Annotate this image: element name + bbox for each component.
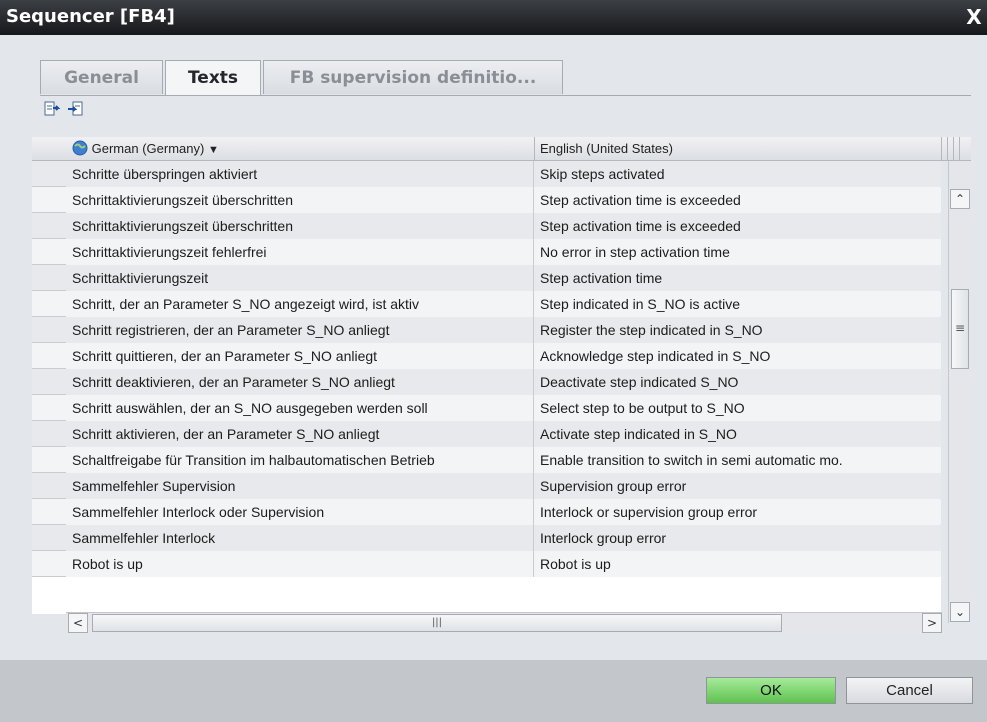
vertical-scroll-thumb[interactable]: ≡ — [951, 289, 969, 369]
globe-icon — [72, 140, 88, 156]
cell-german[interactable]: Schritt auswählen, der an S_NO ausgegebe… — [66, 395, 534, 421]
table-row[interactable]: Sammelfehler Interlock Interlock group er… — [32, 525, 941, 551]
row-header[interactable] — [32, 317, 66, 343]
table-row[interactable]: Schrittaktivierungszeit Step activation t… — [32, 265, 941, 291]
tab-general[interactable]: General — [40, 60, 163, 94]
table-row[interactable]: Schritt, der an Parameter S_NO angezeigt… — [32, 291, 941, 317]
column-header-english[interactable]: English (United States) — [540, 137, 673, 160]
table-row[interactable]: Schritte überspringen aktiviert Skip step… — [32, 161, 941, 187]
texts-grid: German (Germany) ▼ English (United State… — [32, 137, 971, 643]
cell-english[interactable]: Enable transition to switch in semi auto… — [534, 447, 941, 473]
cell-german[interactable]: Schrittaktivierungszeit — [66, 265, 534, 291]
cell-english[interactable]: Supervision group error — [534, 473, 941, 499]
cell-german[interactable]: Schrittaktivierungszeit überschritten — [66, 213, 534, 239]
cell-english[interactable]: Interlock or supervision group error — [534, 499, 941, 525]
column-label-german: German (Germany) — [91, 141, 205, 156]
cell-german[interactable]: Schritte überspringen aktiviert — [66, 161, 534, 187]
grid-header: German (Germany) ▼ English (United State… — [32, 137, 971, 161]
cell-german[interactable]: Schritt aktivieren, der an Parameter S_N… — [66, 421, 534, 447]
chevron-down-icon[interactable]: ▼ — [208, 144, 219, 156]
row-header[interactable] — [32, 239, 66, 265]
cell-english[interactable]: Robot is up — [534, 551, 941, 577]
cell-english[interactable]: Select step to be output to S_NO — [534, 395, 941, 421]
row-header[interactable] — [32, 551, 66, 577]
row-header[interactable] — [32, 525, 66, 551]
cell-german[interactable]: Schritt quittieren, der an Parameter S_N… — [66, 343, 534, 369]
row-header[interactable] — [32, 291, 66, 317]
close-icon[interactable]: X — [963, 4, 985, 30]
row-header[interactable] — [32, 499, 66, 525]
cell-german[interactable]: Sammelfehler Interlock oder Supervision — [66, 499, 534, 525]
row-header[interactable] — [32, 187, 66, 213]
table-row[interactable]: Schrittaktivierungszeit überschritten Ste… — [32, 213, 941, 239]
cell-english[interactable]: Step activation time — [534, 265, 941, 291]
tab-texts[interactable]: Texts — [165, 60, 261, 96]
table-row[interactable]: Schritt quittieren, der an Parameter S_N… — [32, 343, 941, 369]
column-header-german[interactable]: German (Germany) ▼ — [72, 137, 219, 160]
table-row[interactable]: Schritt auswählen, der an S_NO ausgegebe… — [32, 395, 941, 421]
table-row[interactable]: Schritt aktivieren, der an Parameter S_N… — [32, 421, 941, 447]
scroll-right-button[interactable]: > — [922, 613, 942, 633]
column-divider — [534, 137, 535, 160]
cell-german[interactable]: Schrittaktivierungszeit fehlerfrei — [66, 239, 534, 265]
dialog-footer: OK Cancel — [0, 660, 987, 722]
column-divider — [959, 137, 960, 160]
row-header[interactable] — [32, 265, 66, 291]
cell-german[interactable]: Schritt registrieren, der an Parameter S… — [66, 317, 534, 343]
cell-english[interactable]: Activate step indicated in S_NO — [534, 421, 941, 447]
cancel-button[interactable]: Cancel — [846, 677, 973, 704]
import-icon[interactable] — [67, 100, 85, 118]
cell-english[interactable]: Acknowledge step indicated in S_NO — [534, 343, 941, 369]
table-row[interactable]: Schritt deaktivieren, der an Parameter S… — [32, 369, 941, 395]
scroll-down-button[interactable]: ⌄ — [950, 602, 970, 622]
scroll-left-button[interactable]: < — [68, 613, 88, 633]
horizontal-scrollbar[interactable]: < ||| > — [66, 612, 942, 634]
window-title: Sequencer [FB4] — [6, 6, 175, 27]
cell-german[interactable]: Schritt deaktivieren, der an Parameter S… — [66, 369, 534, 395]
cell-english[interactable]: Interlock group error — [534, 525, 941, 551]
cell-german[interactable]: Sammelfehler Supervision — [66, 473, 534, 499]
table-row[interactable]: Sammelfehler Interlock oder Supervision I… — [32, 499, 941, 525]
vertical-scrollbar[interactable]: ⌃ ≡ ⌄ — [948, 161, 971, 623]
row-header[interactable] — [32, 343, 66, 369]
column-divider — [953, 137, 954, 160]
row-header[interactable] — [32, 447, 66, 473]
cell-english[interactable]: Register the step indicated in S_NO — [534, 317, 941, 343]
cell-german[interactable]: Schritt, der an Parameter S_NO angezeigt… — [66, 291, 534, 317]
cell-english[interactable]: Step activation time is exceeded — [534, 187, 941, 213]
column-divider — [947, 137, 948, 160]
cell-german[interactable]: Sammelfehler Interlock — [66, 525, 534, 551]
row-header[interactable] — [32, 369, 66, 395]
row-header[interactable] — [32, 473, 66, 499]
row-header[interactable] — [32, 395, 66, 421]
cell-english[interactable]: No error in step activation time — [534, 239, 941, 265]
table-row[interactable]: Schritt registrieren, der an Parameter S… — [32, 317, 941, 343]
column-divider — [941, 137, 942, 160]
cell-german[interactable]: Robot is up — [66, 551, 534, 577]
cell-english[interactable]: Deactivate step indicated S_NO — [534, 369, 941, 395]
cell-german[interactable]: Schrittaktivierungszeit überschritten — [66, 187, 534, 213]
tab-fb-supervision[interactable]: FB supervision definitio... — [263, 60, 563, 94]
table-row[interactable]: Schaltfreigabe für Transition im halbaut… — [32, 447, 941, 473]
toolbar — [40, 96, 971, 122]
row-header[interactable] — [32, 161, 66, 187]
horizontal-scroll-thumb[interactable]: ||| — [92, 614, 782, 632]
export-icon[interactable] — [43, 100, 61, 118]
table-row[interactable]: Schrittaktivierungszeit fehlerfrei No err… — [32, 239, 941, 265]
row-header[interactable] — [32, 213, 66, 239]
table-row[interactable]: Sammelfehler Supervision Supervision grou… — [32, 473, 941, 499]
ok-button[interactable]: OK — [706, 677, 836, 704]
cell-english[interactable]: Step activation time is exceeded — [534, 213, 941, 239]
cell-german[interactable]: Schaltfreigabe für Transition im halbaut… — [66, 447, 534, 473]
scroll-up-button[interactable]: ⌃ — [950, 189, 970, 209]
cell-english[interactable]: Step indicated in S_NO is active — [534, 291, 941, 317]
row-header[interactable] — [32, 421, 66, 447]
table-row[interactable]: Robot is up Robot is up — [32, 551, 941, 577]
cell-english[interactable]: Skip steps activated — [534, 161, 941, 187]
grid-rows: Schritte überspringen aktiviert Skip step… — [32, 161, 941, 614]
table-row[interactable]: Schrittaktivierungszeit überschritten Ste… — [32, 187, 941, 213]
title-bar: Sequencer [FB4] X — [0, 0, 987, 35]
